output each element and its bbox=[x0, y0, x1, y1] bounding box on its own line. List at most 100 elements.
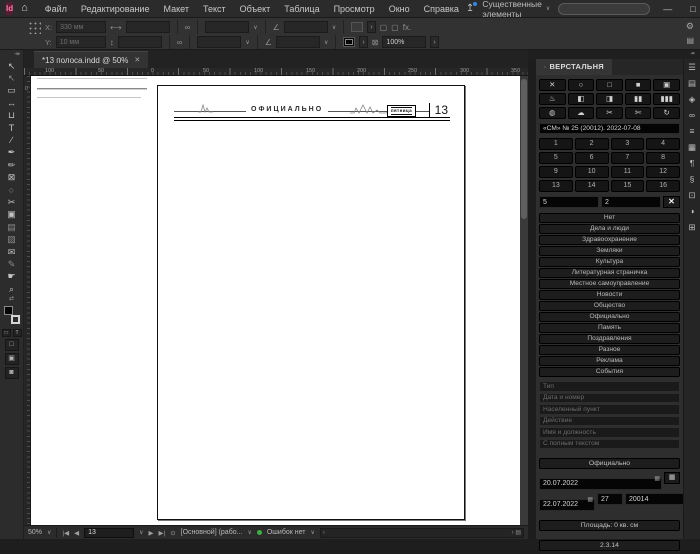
number1-input[interactable] bbox=[597, 493, 623, 505]
fill-menu-button[interactable]: › bbox=[359, 36, 368, 48]
tool-content-collector[interactable]: ⊔ bbox=[1, 110, 23, 122]
workspace-switcher[interactable]: Существенные элементы ∨ bbox=[482, 0, 550, 19]
panel-tab[interactable]: ◦ ВЕРСТАЛЬНЯ bbox=[536, 59, 612, 75]
scroll-right-icon[interactable]: › bbox=[512, 530, 514, 536]
corner-options-icon[interactable]: ▢ bbox=[380, 23, 388, 32]
stroke-panel-icon[interactable]: ≡ bbox=[690, 127, 695, 136]
document-tab[interactable]: *13 полоса.indd @ 50% ✕ bbox=[34, 51, 149, 68]
tool-selection[interactable]: ↖ bbox=[1, 60, 23, 72]
preflight-profile[interactable]: [Основной] (рабо... bbox=[181, 529, 243, 536]
paragraph-panel-icon[interactable]: ¶ bbox=[690, 159, 695, 168]
tool-gradient[interactable]: ▤ bbox=[1, 221, 23, 233]
tool-scissors[interactable]: ✂ bbox=[1, 196, 23, 208]
calendar-icon[interactable]: ▦ bbox=[654, 475, 660, 482]
page-button-12[interactable]: 12 bbox=[646, 166, 680, 178]
first-page-button[interactable]: |◀ bbox=[62, 529, 69, 537]
chevron-down-icon[interactable]: ∨ bbox=[245, 39, 249, 46]
category-button[interactable]: Культура bbox=[539, 257, 680, 267]
menu-view[interactable]: Просмотр bbox=[327, 0, 382, 18]
tool-gradient-feather[interactable]: ▨ bbox=[1, 233, 23, 245]
category-button[interactable]: Реклама bbox=[539, 356, 680, 366]
panel-tool-page-left[interactable]: ◧ bbox=[567, 93, 595, 105]
panel-tool-scissors-1[interactable]: ✂ bbox=[596, 107, 623, 119]
value-field-left[interactable] bbox=[539, 196, 599, 208]
page-button-2[interactable]: 2 bbox=[574, 138, 609, 150]
menu-help[interactable]: Справка bbox=[417, 0, 466, 18]
last-page-button[interactable]: ▶| bbox=[159, 529, 166, 537]
tool-direct-selection[interactable]: ↖ bbox=[1, 72, 23, 84]
tool-zoom[interactable]: ⌕ bbox=[1, 283, 23, 295]
category-button[interactable]: Поздравления bbox=[539, 334, 680, 344]
scale-x-field[interactable] bbox=[205, 21, 250, 33]
locality-field[interactable] bbox=[539, 404, 680, 415]
page-button-1[interactable]: 1 bbox=[539, 138, 573, 150]
type-field[interactable] bbox=[539, 381, 680, 392]
frame-fitting-icon[interactable]: ▢ bbox=[391, 23, 399, 32]
panel-tool-circle[interactable]: ○ bbox=[567, 79, 595, 91]
panel-tool-three-columns[interactable]: ▮▮▮ bbox=[653, 93, 680, 105]
zoom-level[interactable]: 50% bbox=[28, 529, 42, 536]
control-panel-menu-icon[interactable]: ▤ bbox=[686, 36, 694, 45]
pages-mini-icon[interactable]: ▤ bbox=[515, 530, 521, 536]
panel-tool-page-right[interactable]: ◨ bbox=[596, 93, 623, 105]
date-number-field[interactable] bbox=[539, 392, 680, 403]
layers-panel-icon[interactable]: ◈ bbox=[689, 95, 696, 104]
stroke-swatch[interactable] bbox=[351, 22, 364, 32]
category-button[interactable]: Новости bbox=[539, 290, 680, 300]
horizontal-scrollbar[interactable]: ‹ › ▤ bbox=[319, 527, 524, 538]
links-panel-icon[interactable]: ∞ bbox=[689, 111, 695, 120]
next-page-button[interactable]: ▶ bbox=[149, 529, 154, 537]
clear-button[interactable]: ✕ bbox=[663, 196, 680, 208]
panel-tool-two-columns[interactable]: ▮▮ bbox=[624, 93, 652, 105]
scale-y-field[interactable] bbox=[197, 36, 242, 48]
value-field-right[interactable] bbox=[601, 196, 661, 208]
restore-button[interactable]: □ bbox=[685, 4, 700, 14]
object-styles-panel-icon[interactable]: ⊡ bbox=[688, 191, 695, 200]
page-button-13[interactable]: 13 bbox=[539, 180, 573, 192]
scrollbar-thumb[interactable] bbox=[521, 79, 527, 219]
y-field[interactable] bbox=[55, 36, 106, 48]
chevron-down-icon[interactable]: ∨ bbox=[324, 39, 328, 46]
width-field[interactable] bbox=[125, 21, 170, 33]
page-button-14[interactable]: 14 bbox=[574, 180, 609, 192]
dock-collapse-icon[interactable]: ↠ bbox=[690, 51, 695, 57]
swatches-panel-icon[interactable]: ▦ bbox=[688, 143, 696, 152]
scroll-left-icon[interactable]: ‹ bbox=[323, 530, 325, 536]
page-button-11[interactable]: 11 bbox=[610, 166, 645, 178]
tools-collapse-icon[interactable]: ↠ bbox=[14, 50, 23, 60]
page-button-15[interactable]: 15 bbox=[610, 180, 645, 192]
panel-tool-filled-square[interactable]: ■ bbox=[624, 79, 652, 91]
paragraph-styles-panel-icon[interactable]: § bbox=[690, 175, 695, 184]
tool-line[interactable]: ∕ bbox=[1, 134, 23, 146]
category-button[interactable]: Разное bbox=[539, 345, 680, 355]
shear-field[interactable] bbox=[275, 36, 320, 48]
fill-box[interactable] bbox=[3, 306, 13, 316]
chevron-down-icon[interactable]: ∨ bbox=[253, 24, 257, 31]
panel-tool-circled[interactable]: ◍ bbox=[539, 107, 566, 119]
page-button-4[interactable]: 4 bbox=[646, 138, 680, 150]
category-button[interactable]: Дела и люди bbox=[539, 224, 680, 234]
tool-type[interactable]: T bbox=[1, 122, 23, 134]
document-page[interactable]: ОФИЦИАЛЬНО пятница 13 bbox=[157, 85, 465, 520]
chevron-down-icon[interactable]: ∨ bbox=[139, 529, 143, 536]
category-button[interactable]: Здравоохранение bbox=[539, 235, 680, 245]
stroke-menu-button[interactable]: › bbox=[367, 21, 376, 33]
page-number-field[interactable] bbox=[84, 527, 135, 538]
tool-hand[interactable]: ☛ bbox=[1, 271, 23, 283]
page-button-16[interactable]: 16 bbox=[646, 180, 680, 192]
category-button[interactable]: Общество bbox=[539, 301, 680, 311]
page-button-7[interactable]: 7 bbox=[610, 152, 645, 164]
tool-pen[interactable]: ✒ bbox=[1, 147, 23, 159]
effects-fx-icon[interactable]: fx. bbox=[403, 23, 411, 32]
category-none[interactable]: Нет bbox=[539, 213, 680, 223]
chevron-down-icon[interactable]: ∨ bbox=[332, 24, 336, 31]
vertical-scrollbar[interactable] bbox=[520, 76, 528, 525]
calendar-icon[interactable]: ▦ bbox=[587, 496, 593, 503]
horizontal-ruler[interactable]: 100 50 0 50 100 150 200 250 300 350 bbox=[24, 68, 528, 76]
fill-swatch[interactable] bbox=[343, 37, 356, 47]
x-field[interactable] bbox=[56, 21, 107, 33]
category-button[interactable]: Земляки bbox=[539, 246, 680, 256]
formatting-text-button[interactable]: T bbox=[12, 329, 22, 338]
tool-pencil[interactable]: ✏ bbox=[1, 159, 23, 171]
formatting-container-button[interactable]: □ bbox=[1, 329, 11, 338]
